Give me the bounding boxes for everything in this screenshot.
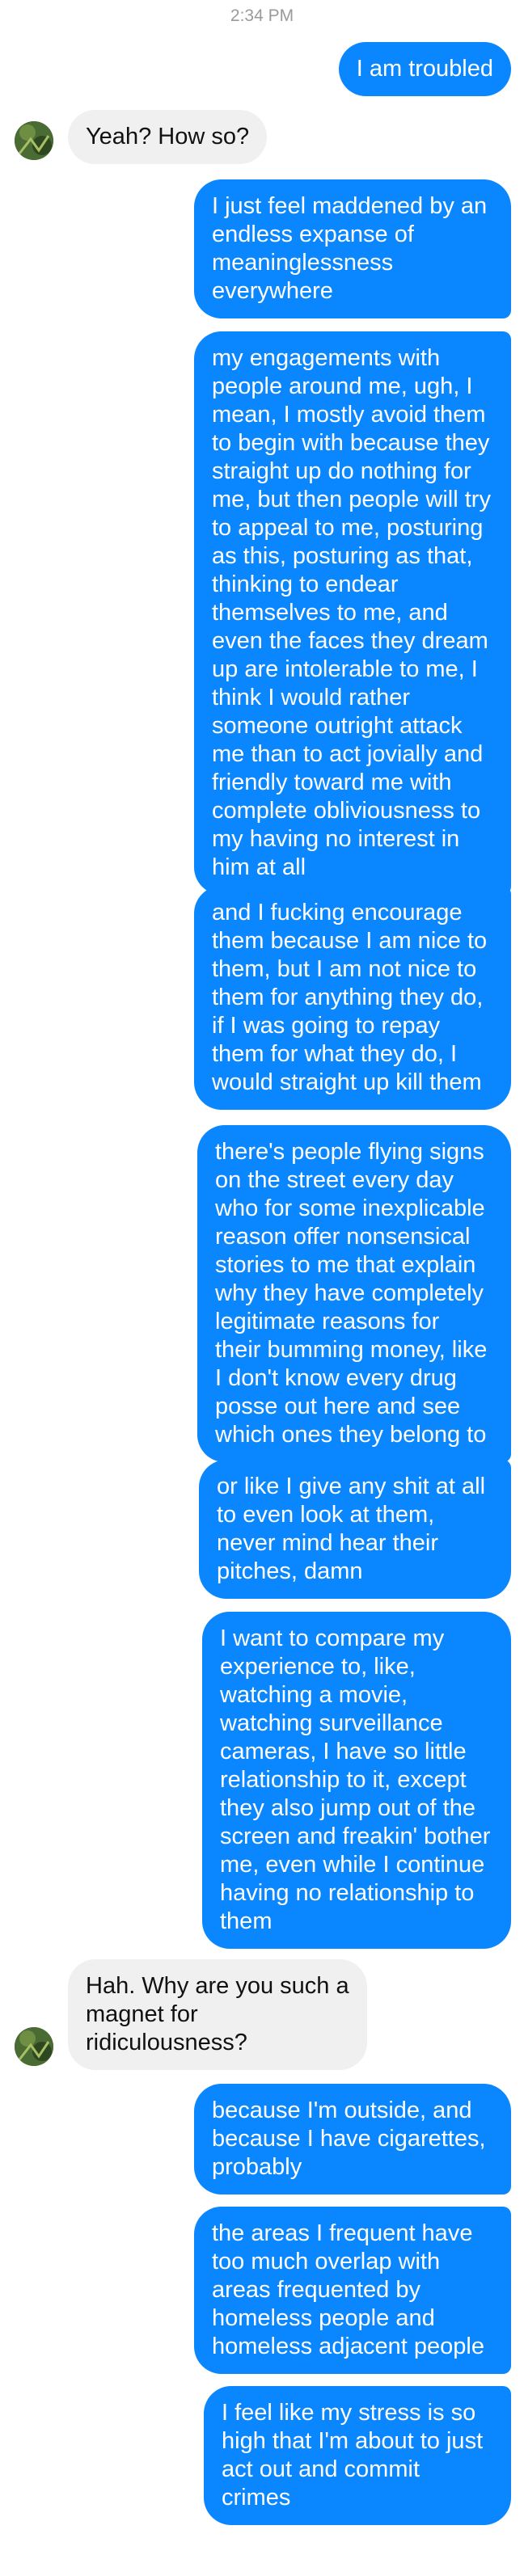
message-bubble-outgoing[interactable]: the areas I frequent have too much overl…	[194, 2207, 511, 2374]
contact-avatar-icon[interactable]	[15, 121, 53, 160]
message-bubble-outgoing[interactable]: because I'm outside, and because I have …	[194, 2084, 511, 2194]
message-bubble-outgoing[interactable]: I want to compare my experience to, like…	[202, 1612, 511, 1949]
contact-avatar-icon[interactable]	[15, 2027, 53, 2066]
message-bubble-outgoing[interactable]: there's people flying signs on the stree…	[197, 1125, 511, 1462]
message-thread: 2:34 PM I am troubled Yeah? How so? I ju…	[0, 0, 524, 2576]
message-bubble-outgoing[interactable]: I feel like my stress is so high that I'…	[204, 2386, 511, 2525]
message-bubble-outgoing[interactable]: I just feel maddened by an endless expan…	[194, 179, 511, 318]
message-bubble-outgoing[interactable]: and I fucking encourage them because I a…	[194, 886, 511, 1110]
message-bubble-outgoing[interactable]: my engagements with people around me, ug…	[194, 331, 511, 895]
message-bubble-outgoing[interactable]: I am troubled	[338, 42, 511, 96]
message-bubble-outgoing[interactable]: or like I give any shit at all to even l…	[199, 1460, 511, 1599]
message-bubble-incoming[interactable]: Yeah? How so?	[68, 110, 268, 164]
message-bubble-incoming[interactable]: Hah. Why are you such a magnet for ridic…	[68, 1959, 367, 2070]
timestamp: 2:34 PM	[230, 6, 294, 25]
